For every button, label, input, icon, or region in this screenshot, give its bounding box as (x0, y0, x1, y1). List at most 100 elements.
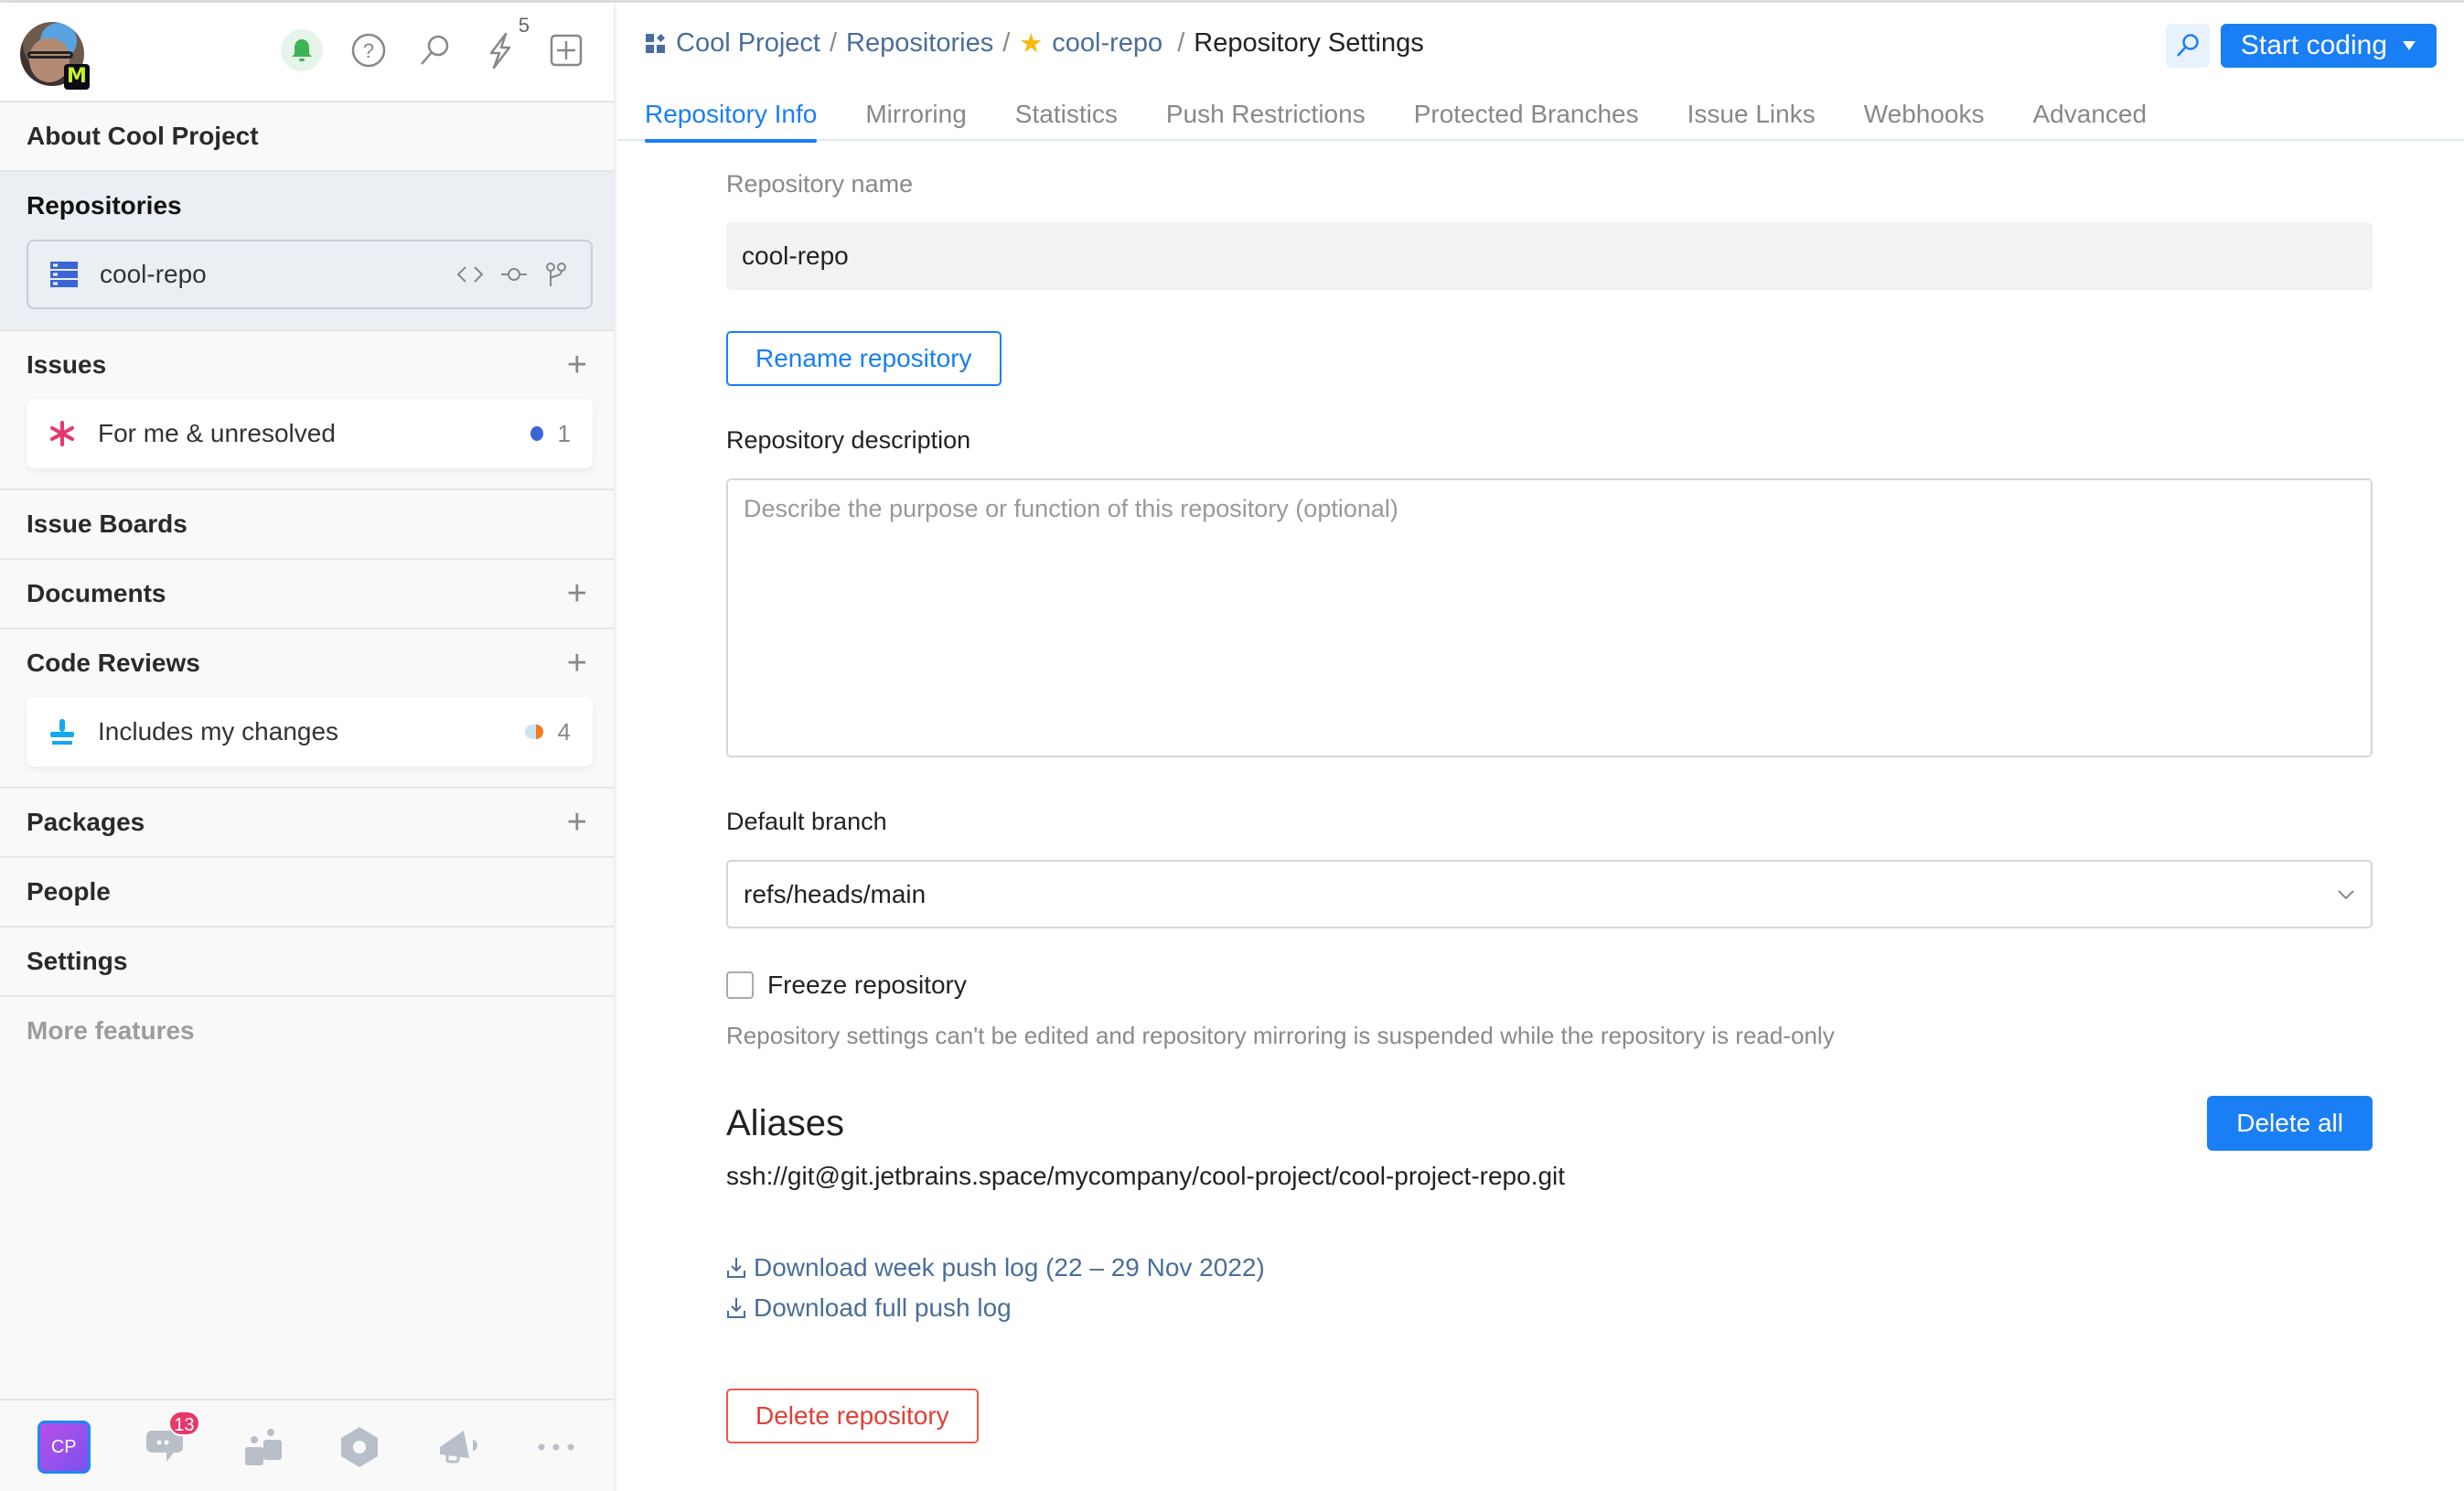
asterisk-icon (50, 421, 74, 446)
tab-advanced[interactable]: Advanced (2033, 95, 2148, 141)
add-issue-icon[interactable]: + (567, 331, 587, 399)
sidebar-item-repositories[interactable]: Repositories (0, 172, 614, 240)
project-icon (646, 33, 665, 53)
repo-name: cool-repo (100, 260, 207, 288)
caret-down-icon (2403, 41, 2416, 50)
breadcrumb-separator: / (1177, 28, 1185, 58)
avatar-glasses (27, 51, 73, 59)
download-week-label: Download week push log (22 – 29 Nov 2022… (754, 1253, 1265, 1282)
notifications-button[interactable] (281, 29, 323, 71)
search-icon (421, 35, 449, 65)
rename-repository-button[interactable]: Rename repository (726, 331, 1002, 386)
sidebar-item-label: Documents (27, 579, 166, 607)
download-full-label: Download full push log (754, 1293, 1012, 1322)
sidebar-bottom-bar: CP 13 (0, 1399, 614, 1491)
tab-protected-branches[interactable]: Protected Branches (1414, 95, 1639, 141)
issues-filter-item[interactable]: For me & unresolved 1 (27, 399, 593, 468)
add-package-icon[interactable]: + (567, 788, 587, 856)
packages-hex-icon[interactable] (339, 1425, 380, 1469)
teams-icon[interactable] (243, 1427, 284, 1467)
repo-description-input[interactable] (726, 478, 2373, 757)
blue-dot-icon (530, 426, 543, 441)
branch-icon[interactable] (543, 261, 569, 288)
sidebar-item-code-reviews[interactable]: Code Reviews + (0, 629, 614, 697)
breadcrumb-separator: / (829, 28, 838, 58)
header-actions: Start coding (2165, 24, 2437, 68)
freeze-repository-label: Freeze repository (767, 971, 967, 999)
review-status-icon (524, 724, 543, 739)
start-coding-label: Start coding (2240, 30, 2387, 60)
sidebar-item-packages[interactable]: Packages + (0, 788, 614, 858)
repo-name-label: Repository name (726, 170, 914, 198)
repository-icon (50, 262, 78, 287)
sidebar-section-code-reviews: Code Reviews + Includes my changes 4 (0, 629, 614, 788)
start-coding-button[interactable]: Start coding (2220, 24, 2437, 68)
default-branch-select[interactable]: refs/heads/main (726, 860, 2373, 928)
help-button[interactable]: ? (348, 30, 389, 70)
aliases-title: Aliases (726, 1102, 844, 1143)
sidebar-item-documents[interactable]: Documents + (0, 560, 614, 629)
alias-url: ssh://git@git.jetbrains.space/mycompany/… (726, 1162, 1566, 1190)
issues-filter-label: For me & unresolved (98, 419, 336, 447)
sidebar: M ? 5 About Cool Project Repositories co… (0, 5, 616, 1491)
default-branch-label: Default branch (726, 808, 887, 835)
repo-description-label: Repository description (726, 426, 971, 454)
reviews-filter-item[interactable]: Includes my changes 4 (27, 697, 593, 767)
freeze-repository-option[interactable]: Freeze repository (726, 971, 2373, 1000)
megaphone-icon[interactable] (436, 1427, 480, 1467)
create-new-button[interactable] (546, 30, 586, 70)
stamp-icon (50, 719, 74, 745)
repository-info-form: Repository name Rename repository Reposi… (726, 170, 2373, 1443)
breadcrumb-current: Repository Settings (1194, 28, 1424, 58)
sidebar-item-settings[interactable]: Settings (0, 928, 614, 997)
help-icon: ? (351, 33, 386, 68)
tab-push-restrictions[interactable]: Push Restrictions (1166, 95, 1366, 141)
freeze-help-text: Repository settings can't be edited and … (726, 1022, 1835, 1049)
sidebar-item-issue-boards[interactable]: Issue Boards (0, 490, 614, 560)
tab-statistics[interactable]: Statistics (1015, 95, 1118, 141)
search-button[interactable] (414, 30, 455, 70)
repo-search-button[interactable] (2165, 24, 2210, 68)
repo-name-input[interactable] (726, 222, 2373, 290)
code-icon[interactable] (455, 262, 485, 287)
sidebar-item-label: About Cool Project (27, 122, 259, 150)
chat-unread-badge: 13 (168, 1410, 200, 1436)
svg-text:?: ? (363, 39, 374, 62)
settings-tabs: Repository Info Mirroring Statistics Pus… (617, 95, 2464, 143)
sidebar-item-more-features[interactable]: More features (0, 997, 614, 1065)
chats-button[interactable]: 13 (146, 1410, 200, 1470)
freeze-repository-checkbox[interactable] (726, 971, 754, 999)
delete-repository-button[interactable]: Delete repository (726, 1389, 979, 1443)
user-avatar[interactable]: M (20, 22, 90, 90)
breadcrumb: Cool Project / Repositories / ★ cool-rep… (645, 27, 1424, 59)
more-icon[interactable] (536, 1442, 576, 1453)
sidebar-item-issues[interactable]: Issues + (0, 331, 614, 399)
download-week-push-log-link[interactable]: Download week push log (22 – 29 Nov 2022… (726, 1253, 2373, 1282)
search-icon (2176, 34, 2199, 57)
plus-square-icon (550, 34, 583, 67)
download-full-push-log-link[interactable]: Download full push log (726, 1293, 2373, 1323)
breadcrumb-project[interactable]: Cool Project (676, 28, 820, 59)
breadcrumb-separator: / (1002, 28, 1011, 58)
breadcrumb-repositories[interactable]: Repositories (846, 28, 993, 59)
tab-webhooks[interactable]: Webhooks (1864, 95, 1985, 141)
sidebar-item-about[interactable]: About Cool Project (0, 102, 614, 172)
bell-icon (292, 39, 312, 61)
commit-icon[interactable] (499, 262, 529, 287)
add-document-icon[interactable]: + (567, 560, 587, 628)
download-icon (727, 1298, 745, 1318)
sidebar-item-people[interactable]: People (0, 858, 614, 928)
tab-issue-links[interactable]: Issue Links (1687, 95, 1816, 141)
breadcrumb-repo[interactable]: cool-repo (1052, 28, 1162, 59)
tab-repository-info[interactable]: Repository Info (645, 95, 818, 143)
automation-count: 5 (518, 14, 530, 37)
project-switcher[interactable]: CP (37, 1421, 91, 1474)
automation-button[interactable]: 5 (480, 14, 530, 70)
repo-list-item[interactable]: cool-repo (27, 240, 593, 309)
tab-mirroring[interactable]: Mirroring (865, 95, 966, 141)
delete-all-aliases-button[interactable]: Delete all (2207, 1096, 2373, 1151)
top-icons: ? 5 (281, 14, 586, 71)
add-review-icon[interactable]: + (567, 629, 587, 697)
main-content: Cool Project / Repositories / ★ cool-rep… (617, 5, 2464, 1491)
star-icon[interactable]: ★ (1019, 27, 1043, 59)
